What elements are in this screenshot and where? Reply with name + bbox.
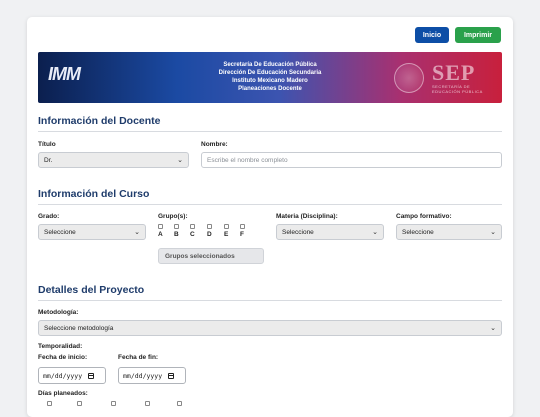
grupo-letter: D	[207, 231, 212, 238]
nombre-input[interactable]: Escribe el nombre completo	[201, 152, 502, 168]
fecha-fin-label: Fecha de fin:	[118, 354, 159, 361]
chevron-down-icon: ⌄	[372, 229, 378, 236]
sep-logo-subtitle: SECRETARÍA DE EDUCACIÓN PÚBLICA	[432, 84, 483, 94]
checkbox[interactable]	[207, 224, 212, 229]
materia-select[interactable]: Seleccione ⌄	[276, 224, 384, 240]
sep-logo: SEP SECRETARÍA DE EDUCACIÓN PÚBLICA	[394, 60, 498, 96]
campo-label: Campo formativo:	[396, 213, 452, 220]
proyecto-heading: Detalles del Proyecto	[38, 284, 145, 296]
grado-select-value: Seleccione	[44, 228, 76, 236]
docente-heading: Información del Docente	[38, 115, 161, 127]
grupo-option-c[interactable]: C	[190, 224, 200, 238]
fecha-inicio-input[interactable]: mm/dd/yyyy	[38, 367, 106, 384]
inicio-button[interactable]: Inicio	[415, 27, 449, 43]
temporalidad-label: Temporalidad:	[38, 343, 83, 350]
nombre-input-placeholder: Escribe el nombre completo	[207, 156, 288, 164]
curso-heading: Información del Curso	[38, 188, 150, 200]
chevron-down-icon: ⌄	[134, 229, 140, 236]
titulo-label: Título	[38, 141, 56, 148]
dias-label: Días planeados:	[38, 390, 88, 397]
dia-checkbox[interactable]	[77, 401, 82, 406]
curso-divider	[38, 204, 502, 205]
checkbox[interactable]	[158, 224, 163, 229]
dia-checkbox[interactable]	[47, 401, 52, 406]
sep-logo-text: SEP	[432, 60, 476, 85]
grupo-option-d[interactable]: D	[207, 224, 217, 238]
titulo-select[interactable]: Dr. ⌄	[38, 152, 189, 168]
campo-select-value: Seleccione	[402, 228, 434, 236]
checkbox[interactable]	[190, 224, 195, 229]
seal-icon	[394, 63, 424, 93]
campo-select[interactable]: Seleccione ⌄	[396, 224, 502, 240]
grupo-option-e[interactable]: E	[224, 224, 234, 238]
grado-select[interactable]: Seleccione ⌄	[38, 224, 146, 240]
grupos-label: Grupo(s):	[158, 213, 188, 220]
dia-checkbox[interactable]	[177, 401, 182, 406]
fecha-fin-value: mm/dd/yyyy	[123, 371, 163, 380]
docente-divider	[38, 131, 502, 132]
grupo-option-f[interactable]: F	[240, 224, 250, 238]
materia-select-value: Seleccione	[282, 228, 314, 236]
grupos-seleccionados-display: Grupos seleccionados	[158, 248, 264, 264]
checkbox[interactable]	[240, 224, 245, 229]
checkbox[interactable]	[224, 224, 229, 229]
chevron-down-icon: ⌄	[490, 325, 496, 332]
nombre-label: Nombre:	[201, 141, 228, 148]
metodologia-select[interactable]: Seleccione metodología ⌄	[38, 320, 502, 336]
fecha-inicio-label: Fecha de inicio:	[38, 354, 88, 361]
header-banner: IMM Secretaría De Educación Pública Dire…	[38, 52, 502, 103]
dia-checkbox[interactable]	[111, 401, 116, 406]
proyecto-divider	[38, 300, 502, 301]
fecha-fin-input[interactable]: mm/dd/yyyy	[118, 367, 186, 384]
metodologia-select-value: Seleccione metodología	[44, 324, 114, 332]
titulo-select-value: Dr.	[44, 156, 53, 164]
grupo-option-b[interactable]: B	[174, 224, 184, 238]
imprimir-button[interactable]: Imprimir	[455, 27, 501, 43]
dia-checkbox[interactable]	[145, 401, 150, 406]
metodologia-label: Metodología:	[38, 309, 79, 316]
calendar-icon[interactable]	[88, 372, 95, 379]
grupo-letter: C	[190, 231, 195, 238]
grupo-letter: E	[224, 231, 229, 238]
grupo-letter: B	[174, 231, 179, 238]
grado-label: Grado:	[38, 213, 60, 220]
calendar-icon[interactable]	[168, 372, 175, 379]
grupo-letter: F	[240, 231, 244, 238]
grupo-letter: A	[158, 231, 163, 238]
grupo-option-a[interactable]: A	[158, 224, 168, 238]
chevron-down-icon: ⌄	[490, 229, 496, 236]
chevron-down-icon: ⌄	[177, 157, 183, 164]
sep-sub-line-2: EDUCACIÓN PÚBLICA	[432, 89, 483, 94]
main-card: Inicio Imprimir IMM Secretaría De Educac…	[27, 17, 513, 417]
fecha-inicio-value: mm/dd/yyyy	[43, 371, 83, 380]
materia-label: Materia (Disciplina):	[276, 213, 338, 220]
checkbox[interactable]	[174, 224, 179, 229]
